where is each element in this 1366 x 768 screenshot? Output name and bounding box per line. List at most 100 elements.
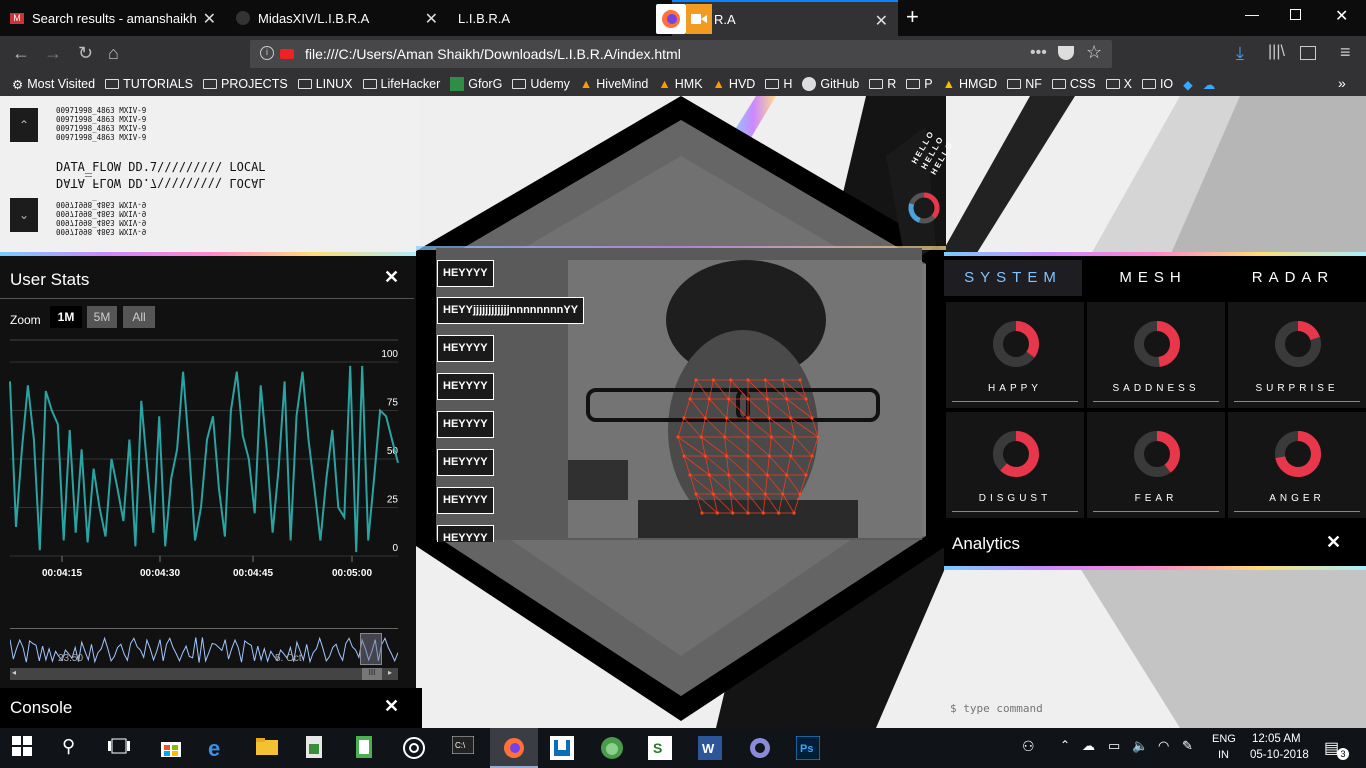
tab-libra-active[interactable]: R.A ✕: [656, 0, 898, 36]
camera-permission-icon[interactable]: [280, 49, 294, 59]
onedrive-icon[interactable]: ☁: [1082, 738, 1095, 754]
sheets-app-icon[interactable]: [304, 736, 328, 760]
bookmark-linux[interactable]: LINUX: [297, 77, 353, 91]
task-view-icon[interactable]: [108, 736, 132, 760]
bookmark-lifehacker[interactable]: LifeHacker: [362, 77, 440, 91]
tab-title: Search results - amanshaikh.ar: [32, 10, 197, 26]
back-icon[interactable]: ←: [12, 43, 30, 64]
terminal-icon[interactable]: C:\: [451, 735, 476, 760]
edge-icon[interactable]: e: [208, 736, 232, 761]
zoom-all-button[interactable]: All: [123, 306, 155, 328]
scroll-left-icon[interactable]: ◂: [12, 668, 16, 677]
tab-system[interactable]: SYSTEM: [944, 260, 1082, 296]
browser-app-icon[interactable]: [748, 736, 772, 760]
close-tab-icon[interactable]: ✕: [203, 9, 216, 29]
close-console-icon[interactable]: ✕: [384, 696, 399, 717]
people-icon[interactable]: ⚇: [1022, 738, 1035, 755]
url-bar[interactable]: i file:///C:/Users/Aman Shaikh/Downloads…: [250, 40, 1112, 68]
emotion-label: SURPRISE: [1255, 383, 1339, 394]
pocket-icon[interactable]: [1058, 46, 1074, 60]
restore-icon[interactable]: [1290, 9, 1301, 20]
minimize-icon[interactable]: —: [1245, 6, 1259, 22]
library-icon[interactable]: |||\: [1268, 43, 1285, 61]
notes-app-icon[interactable]: [354, 736, 378, 760]
message-item: HEYYYY: [437, 525, 494, 542]
gear-icon: ⚙: [12, 77, 24, 92]
language-primary[interactable]: ENG: [1212, 733, 1236, 745]
firefox-taskbar-button[interactable]: [490, 728, 538, 768]
bookmark-hivemind[interactable]: ▲ HiveMind: [580, 77, 648, 91]
wifi-icon[interactable]: ◠: [1158, 738, 1169, 754]
photoshop-icon[interactable]: Ps: [795, 735, 821, 761]
bookmark-blue[interactable]: ◆: [1183, 77, 1193, 92]
bookmark-github[interactable]: GitHub: [802, 77, 859, 91]
home-icon[interactable]: ⌂: [108, 43, 119, 64]
clock-time[interactable]: 12:05 AM: [1252, 733, 1301, 745]
scroll-right-icon[interactable]: ▸: [388, 668, 392, 677]
tab-mesh[interactable]: MESH: [1084, 260, 1222, 296]
sidebar-icon[interactable]: [1300, 46, 1316, 60]
bookmark-hmk[interactable]: ▲ HMK: [658, 77, 702, 91]
more-bookmarks-icon[interactable]: »: [1338, 75, 1346, 91]
navigator-scrollbar[interactable]: ◂ III ▸: [10, 668, 398, 680]
info-icon[interactable]: i: [260, 46, 274, 60]
more-actions-icon[interactable]: •••: [1030, 44, 1047, 62]
command-input[interactable]: [950, 698, 1250, 718]
bookmark-hmgd[interactable]: ▲ HMGD: [943, 77, 998, 91]
emotion-label: FEAR: [1134, 493, 1178, 504]
tab-libra[interactable]: L.I.B.R.A: [448, 0, 672, 36]
chart-navigator[interactable]: 23:50 5. Oct: [9, 628, 399, 666]
app-window-icon[interactable]: [550, 736, 574, 760]
volume-muted-icon[interactable]: 🔈: [1132, 738, 1148, 754]
clock-date[interactable]: 05-10-2018: [1250, 749, 1309, 761]
tab-github[interactable]: MidasXIV/L.I.B.R.A ✕: [226, 0, 448, 36]
bookmark-r[interactable]: R: [869, 77, 896, 91]
message-item: HEYYYY: [437, 411, 494, 438]
navigator-range-handle[interactable]: [360, 633, 382, 665]
scroll-down-button[interactable]: ⌄: [10, 198, 38, 232]
bookmark-nf[interactable]: NF: [1007, 77, 1042, 91]
new-tab-icon[interactable]: +: [906, 4, 919, 30]
android-studio-icon[interactable]: [600, 736, 624, 760]
tab-radar[interactable]: RADAR: [1224, 260, 1362, 296]
bookmark-p[interactable]: P: [906, 77, 933, 91]
bookmark-projects[interactable]: PROJECTS: [203, 77, 288, 91]
bookmark-css[interactable]: CSS: [1051, 77, 1096, 91]
zoom-1m-button[interactable]: 1M: [50, 306, 82, 328]
scrollbar-thumb[interactable]: III: [362, 668, 382, 680]
bookmark-most-visited[interactable]: ⚙ Most Visited: [12, 77, 95, 92]
zoom-5m-button[interactable]: 5M: [87, 306, 117, 328]
pen-icon[interactable]: ✎: [1182, 738, 1193, 754]
close-analytics-icon[interactable]: ✕: [1326, 532, 1341, 553]
bookmark-udemy[interactable]: Udemy: [512, 77, 570, 91]
word-icon[interactable]: W: [698, 736, 722, 760]
close-tab-icon[interactable]: ✕: [425, 9, 438, 29]
store-icon[interactable]: [160, 736, 184, 760]
show-hidden-icons[interactable]: ⌃: [1060, 738, 1070, 752]
bookmark-gforg[interactable]: GforG: [450, 77, 502, 91]
download-icon[interactable]: ⤓: [1236, 43, 1244, 64]
search-icon[interactable]: ⚲: [62, 736, 86, 760]
svg-text:S: S: [653, 740, 662, 756]
close-window-icon[interactable]: ✕: [1335, 6, 1348, 26]
bookmark-h[interactable]: H: [765, 77, 792, 91]
scroll-up-button[interactable]: ⌃: [10, 108, 38, 142]
menu-icon[interactable]: ≡: [1340, 42, 1351, 63]
forward-icon[interactable]: →: [44, 43, 62, 64]
reload-icon[interactable]: ↻: [78, 43, 93, 64]
bookmark-star-icon[interactable]: ☆: [1086, 42, 1102, 63]
bookmark-io[interactable]: IO: [1141, 77, 1173, 91]
close-tab-icon[interactable]: ✕: [875, 11, 888, 31]
file-explorer-icon[interactable]: [256, 736, 280, 760]
power-icon[interactable]: ▭: [1108, 738, 1120, 754]
tab-search-results[interactable]: M Search results - amanshaikh.ar ✕: [0, 0, 226, 36]
bookmark-hvd[interactable]: ▲ HVD: [713, 77, 756, 91]
windows-start-icon[interactable]: [12, 736, 36, 760]
close-user-stats-icon[interactable]: ✕: [384, 267, 399, 288]
language-secondary[interactable]: IN: [1218, 749, 1229, 761]
sketch-app-icon[interactable]: S: [648, 736, 672, 760]
groove-icon[interactable]: [402, 736, 426, 760]
bookmark-tutorials[interactable]: TUTORIALS: [105, 77, 193, 91]
bookmark-x[interactable]: X: [1105, 77, 1132, 91]
bookmark-cloud[interactable]: ☁: [1203, 77, 1216, 92]
